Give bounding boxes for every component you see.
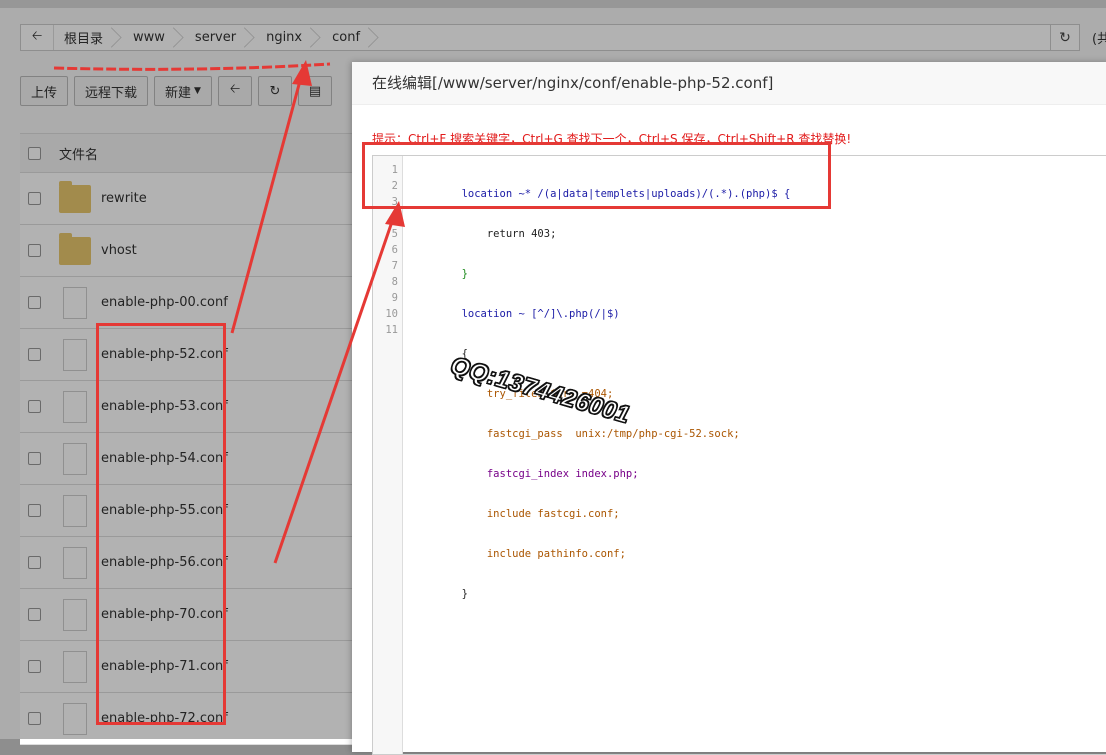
line-number: 6 (391, 244, 398, 256)
code-line[interactable]: } (411, 586, 790, 602)
online-editor-dialog: 在线编辑[/www/server/nginx/conf/enable-php-5… (352, 62, 1106, 755)
code-editor[interactable]: 1 2 3 4 5 6 7 8 9 10 11 location ~* /(a|… (372, 155, 1106, 755)
code-line[interactable]: try_files $uri =404; (411, 386, 790, 402)
line-number: 5 (391, 228, 398, 240)
shortcut-hint: 提示：Ctrl+F 搜索关键字，Ctrl+G 查找下一个，Ctrl+S 保存，C… (372, 132, 852, 146)
code-line[interactable]: include fastcgi.conf; (411, 506, 790, 522)
line-number: 4 (391, 212, 398, 224)
code-line[interactable]: location ~ [^/]\.php(/|$) (411, 306, 790, 322)
line-number: 9 (391, 292, 398, 304)
code-line[interactable]: location ~* /(a|data|templets|uploads)/(… (411, 186, 791, 202)
code-line[interactable]: } (411, 266, 790, 282)
line-number: 1 (391, 164, 398, 176)
code-line[interactable]: { (411, 346, 790, 362)
code-line[interactable]: include pathinfo.conf; (411, 546, 790, 562)
code-line[interactable]: fastcgi_pass unix:/tmp/php-cgi-52.sock; (411, 426, 790, 442)
code-line[interactable]: fastcgi_index index.php; (411, 466, 790, 482)
line-number: 2 (391, 180, 398, 192)
code-content[interactable]: location ~* /(a|data|templets|uploads)/(… (403, 156, 791, 754)
code-line[interactable]: return 403; (411, 226, 790, 242)
line-number: 11 (385, 324, 398, 336)
dialog-title: 在线编辑[/www/server/nginx/conf/enable-php-5… (352, 62, 1106, 105)
line-number-gutter: 1 2 3 4 5 6 7 8 9 10 11 (373, 156, 403, 754)
line-number: 7 (391, 260, 398, 272)
line-number: 8 (391, 276, 398, 288)
line-number: 3 (391, 196, 398, 208)
line-number: 10 (385, 308, 398, 320)
